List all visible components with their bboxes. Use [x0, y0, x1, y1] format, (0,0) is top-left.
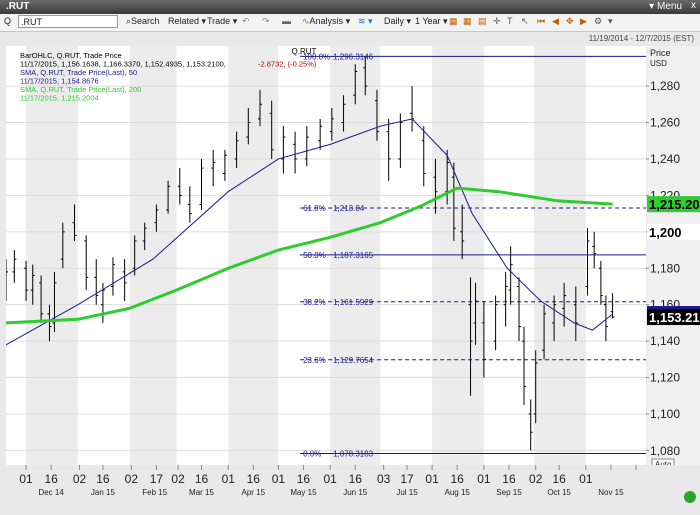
- y-tick-label: 1,260: [650, 116, 680, 130]
- price-tag-label: 1,200: [649, 225, 682, 240]
- x-month-label: Apr 15: [242, 488, 266, 497]
- x-month-label: Nov 15: [598, 488, 624, 497]
- y-tick-label: 1,280: [650, 79, 680, 93]
- x-tick-label: 01: [323, 472, 337, 486]
- price-tag-label: 1,215.20: [649, 197, 700, 212]
- x-tick-label: 16: [450, 472, 464, 486]
- x-month-label: Feb 15: [142, 488, 167, 497]
- x-tick-label: 01: [19, 472, 33, 486]
- x-month-label: Jul 15: [396, 488, 418, 497]
- x-month-label: Mar 15: [189, 488, 214, 497]
- x-tick-label: 01: [579, 472, 593, 486]
- y-tick-label: 1,120: [650, 371, 680, 385]
- x-tick-label: 02: [529, 472, 543, 486]
- x-month-label: May 15: [290, 488, 317, 497]
- x-tick-label: 03: [377, 472, 391, 486]
- x-tick-label: 16: [96, 472, 110, 486]
- x-tick-label: 02: [125, 472, 139, 486]
- x-tick-label: 16: [44, 472, 58, 486]
- price-tag-label: 1,153.21: [649, 310, 700, 325]
- y-tick-label: 1,180: [650, 261, 680, 275]
- x-tick-label: 16: [297, 472, 311, 486]
- x-tick-label: 16: [349, 472, 363, 486]
- x-tick-label: 16: [195, 472, 209, 486]
- x-month-label: Aug 15: [444, 488, 470, 497]
- x-tick-label: 01: [272, 472, 286, 486]
- x-tick-label: 01: [425, 472, 439, 486]
- x-tick-label: 16: [247, 472, 261, 486]
- x-tick-label: 16: [552, 472, 566, 486]
- x-tick-label: 02: [73, 472, 87, 486]
- app-window: .RUT ▾ Menu x Q .RUT ⌕Search Related ▾ T…: [0, 0, 700, 515]
- y-tick-label: 1,080: [650, 444, 680, 458]
- x-tick-label: 17: [150, 472, 164, 486]
- resize-icon[interactable]: [684, 491, 696, 503]
- x-tick-label: 02: [171, 472, 185, 486]
- x-tick-label: 01: [477, 472, 491, 486]
- x-month-label: Jun 15: [343, 488, 368, 497]
- x-tick-label: 16: [502, 472, 516, 486]
- y-tick-label: 1,100: [650, 407, 680, 421]
- x-month-label: Dec 14: [38, 488, 64, 497]
- x-month-label: Sep 15: [496, 488, 522, 497]
- x-tick-label: 17: [400, 472, 414, 486]
- axes-layer: 1,1001,1201,1401,1601,1801,2401,2601,080…: [0, 79, 700, 515]
- x-month-label: Jan 15: [91, 488, 116, 497]
- x-month-label: Oct 15: [547, 488, 571, 497]
- y-tick-label: 1,140: [650, 334, 680, 348]
- y-tick-label: 1,240: [650, 152, 680, 166]
- x-tick-label: 01: [222, 472, 236, 486]
